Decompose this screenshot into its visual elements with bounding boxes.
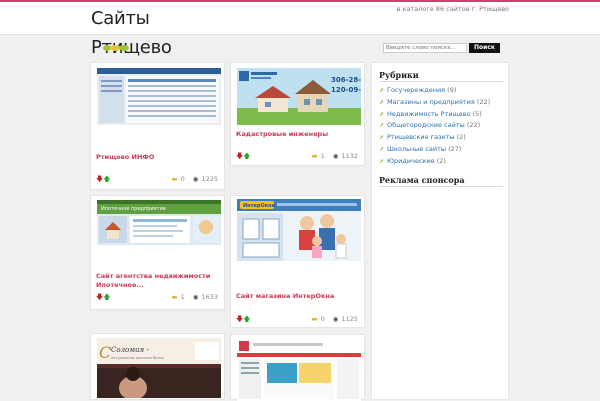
comment-icon: ▬ [311,315,318,323]
site-title-link[interactable]: Сайт агентства недвижимости Ипотечное... [96,272,224,290]
catalog-info: в каталоге 86 сайтов г. Ртищево [396,5,509,13]
views-count: 1633 [201,293,218,301]
site-thumbnail[interactable] [237,339,361,401]
search-button[interactable]: Поиск [469,43,500,53]
rubric-item[interactable]: ➚ Недвижимость Ртищево (5) [379,109,490,121]
site-title[interactable]: Сайты [91,8,150,29]
views-icon: ◉ [192,175,199,183]
divider [379,81,503,82]
pin-icon: ➚ [379,145,385,153]
vote-up-icon[interactable]: 🡅 [243,315,250,323]
views-count: 1225 [201,175,218,183]
views-icon: ◉ [192,293,199,301]
site-thumbnail[interactable]: Ипотечное предприятие [97,200,221,245]
rubric-item[interactable]: ➚ Школьные сайты (27) [379,144,490,156]
views-count: 1125 [341,315,358,323]
rubric-item[interactable]: ➚ Юридические (2) [379,156,490,168]
site-thumbnail[interactable]: С Соломия - натуральное женское белье [97,338,221,398]
pin-icon: ➚ [379,134,385,142]
kadastr-phone-2: 120-09-93 [331,86,361,94]
site-card[interactable]: ИнтерОкна Сайт магазина ИнтерОкна 🡇🡅 ▬ 0 … [230,195,365,328]
solomia-title: Соломия - [111,346,149,354]
vote-up-icon[interactable]: 🡅 [103,293,110,301]
comments-count: 0 [180,175,185,183]
vote-up-icon[interactable]: 🡅 [243,152,250,160]
rubric-item[interactable]: ➚ Магазины и предприятия (22) [379,97,490,109]
comments-count: 1 [180,293,185,301]
header-bar: Сайты в каталоге 86 сайтов г. Ртищево [0,2,600,35]
solomia-logo-letter: С [99,343,111,362]
rubrics-list: ➚ Госучереждения (9) ➚ Магазины и предприя… [379,85,490,168]
kadastr-phone-1: 306-28-49 [331,76,361,84]
site-card[interactable]: Ртищево ИНФО 🡇🡅 ▬ 0 ◉ 1225 [90,62,225,190]
comments-count: 0 [320,315,325,323]
vote-up-icon[interactable]: 🡅 [103,175,110,183]
site-thumbnail[interactable] [97,68,221,125]
site-card[interactable]: 306-28-49 120-09-93 Кадастровые инженеры… [230,62,365,166]
pin-icon: ➚ [379,87,385,94]
pin-icon: ➚ [379,122,385,130]
search-input[interactable] [383,43,467,53]
site-logo-icon [103,45,129,51]
views-count: 1132 [341,152,358,160]
ipoteka-banner: Ипотечное предприятие [101,206,166,212]
site-thumbnail[interactable]: 306-28-49 120-09-93 [237,68,361,125]
okna-logo: ИнтерОкна [243,203,275,209]
pin-icon: ➚ [379,110,385,118]
site-card[interactable]: Ипотечное предприятие Сайт агентства нед… [90,195,225,310]
comment-icon: ▬ [171,175,178,183]
site-card[interactable]: С Соломия - натуральное женское белье [90,333,225,400]
pin-icon: ➚ [379,157,385,165]
solomia-subtitle: натуральное женское белье [111,356,164,360]
site-title-link[interactable]: Сайт магазина ИнтерОкна [236,292,364,301]
divider [379,186,503,187]
site-thumbnail[interactable]: ИнтерОкна [237,199,361,261]
rubric-item[interactable]: ➚ Госучереждения (9) [379,85,490,97]
views-icon: ◉ [332,315,339,323]
sidebar: Рубрики ➚ Госучереждения (9) ➚ Магазины и … [371,62,509,400]
site-title-link[interactable]: Ртищево ИНФО [96,153,224,162]
site-card[interactable] [230,334,365,401]
rubric-item[interactable]: ➚ Ртищевские газеты (2) [379,132,490,144]
rubrics-heading: Рубрики [379,70,419,80]
rubric-item[interactable]: ➚ Общегородские сайты (22) [379,120,490,132]
views-icon: ◉ [332,152,339,160]
pin-icon: ➚ [379,98,385,106]
comments-count: 1 [320,152,325,160]
site-title-link[interactable]: Кадастровые инженеры [236,130,364,139]
comment-icon: ▬ [171,293,178,301]
comment-icon: ▬ [311,152,318,160]
sponsor-heading: Реклама спонсора [379,175,465,185]
